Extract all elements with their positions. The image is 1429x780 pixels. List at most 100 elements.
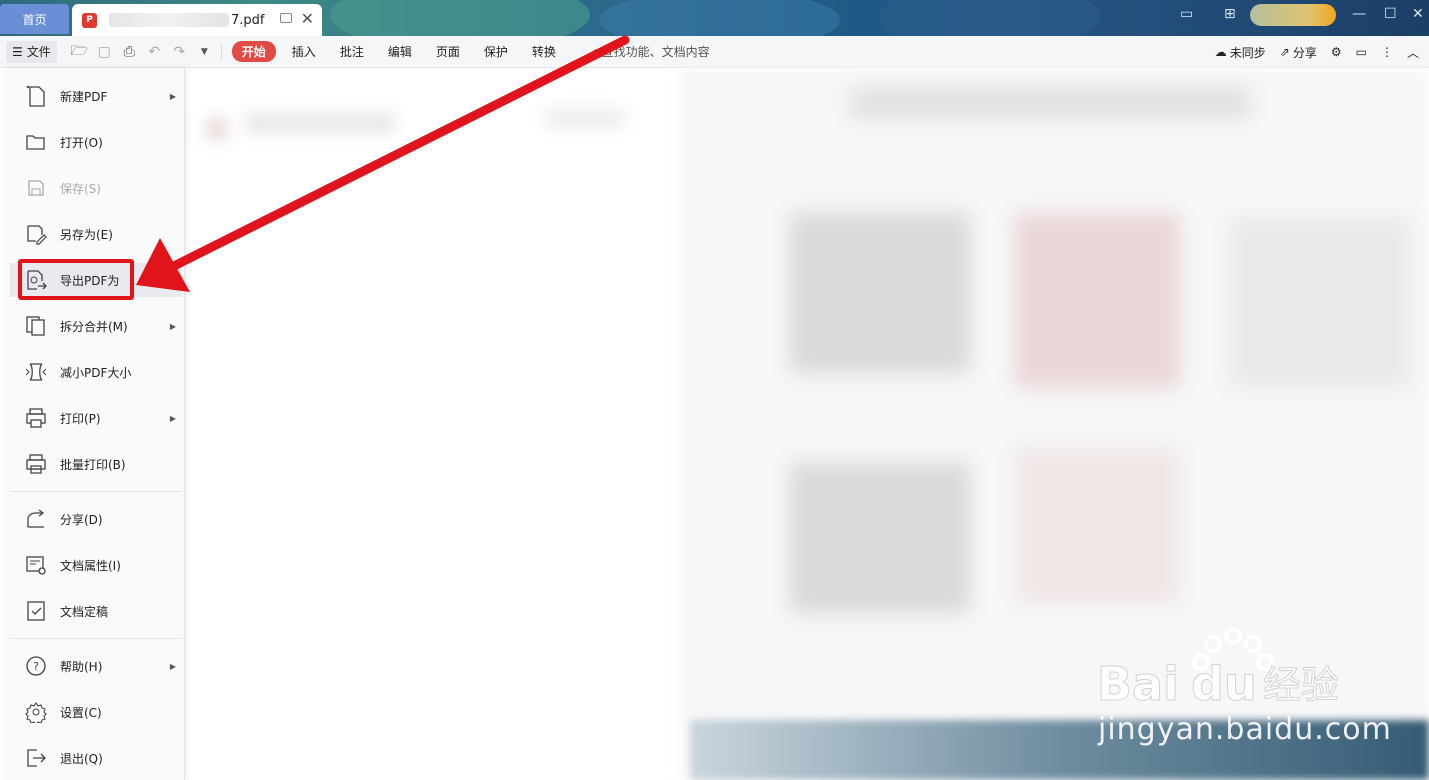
sync-status-button[interactable]: ☁ 未同步 — [1215, 44, 1266, 61]
menu-item-label: 另存为(E) — [60, 227, 113, 242]
menu-item-label: 新建PDF — [60, 89, 108, 104]
save-as-icon — [24, 222, 48, 246]
folder-open-icon — [24, 130, 48, 154]
menu-item-exit[interactable]: 退出(Q) — [10, 741, 182, 775]
tab-convert[interactable]: 转换 — [520, 43, 568, 60]
apps-grid-icon[interactable]: ⊞ — [1224, 6, 1236, 22]
menu-item-label: 减小PDF大小 — [60, 365, 132, 380]
maximize-icon[interactable]: ☐ — [1384, 6, 1397, 22]
menu-item-save[interactable]: 保存(S) — [10, 171, 182, 205]
toolbar-divider — [220, 43, 222, 60]
menu-divider — [10, 491, 182, 492]
svg-text:Bai: Bai — [1097, 657, 1179, 711]
share-button[interactable]: ⇗ 分享 — [1280, 44, 1317, 61]
submenu-arrow-icon: ▶ — [169, 661, 176, 671]
svg-text:?: ? — [33, 660, 39, 673]
menu-divider — [10, 638, 182, 639]
sync-status-label: 未同步 — [1229, 45, 1266, 60]
redo-icon[interactable]: ↷ — [167, 44, 192, 60]
title-bar: 首页 P 7.pdf ✕ ▭ ⊞ — ☐ ✕ — [0, 0, 1429, 36]
minimize-icon[interactable]: — — [1352, 6, 1366, 22]
share-icon — [24, 507, 48, 531]
doc-properties-icon — [24, 553, 48, 577]
layout-icon[interactable]: ▭ — [1180, 6, 1193, 22]
submenu-arrow-icon: ▶ — [169, 413, 176, 423]
tab-insert[interactable]: 插入 — [280, 43, 328, 60]
menu-item-compress[interactable]: 减小PDF大小 — [10, 355, 182, 389]
menu-item-print[interactable]: 打印(P) ▶ — [10, 401, 182, 435]
menu-item-share[interactable]: 分享(D) — [10, 502, 182, 536]
menu-item-label: 保存(S) — [60, 181, 101, 196]
menu-item-settings[interactable]: 设置(C) — [10, 695, 182, 729]
tab-annotate[interactable]: 批注 — [328, 43, 376, 60]
menu-item-save-as[interactable]: 另存为(E) — [10, 217, 182, 251]
open-folder-icon[interactable]: 🗁 — [67, 40, 92, 64]
print-icon[interactable]: ⎙ — [117, 44, 142, 60]
document-area — [185, 68, 685, 780]
file-menu: 新建PDF ▶ 打开(O) 保存(S) 另存为(E) 导出PDF为 拆分合并(M… — [4, 68, 185, 780]
search-input[interactable]: ⌕ 查找功能、文档内容 — [592, 43, 710, 60]
gear-icon[interactable]: ⚙ — [1331, 45, 1342, 59]
home-tab[interactable]: 首页 — [0, 4, 69, 34]
more-icon[interactable]: ⋮ — [1381, 45, 1393, 59]
menu-item-label: 设置(C) — [60, 705, 102, 720]
split-merge-icon — [24, 314, 48, 338]
menu-item-open[interactable]: 打开(O) — [10, 125, 182, 159]
menu-item-label: 拆分合并(M) — [60, 319, 128, 334]
menu-item-split-merge[interactable]: 拆分合并(M) ▶ — [10, 309, 182, 343]
exit-icon — [24, 746, 48, 770]
tab-protect[interactable]: 保护 — [472, 43, 520, 60]
menu-item-label: 退出(Q) — [60, 751, 103, 766]
document-tab[interactable]: P 7.pdf ✕ — [72, 4, 322, 36]
save-icon — [24, 176, 48, 200]
pin-icon[interactable] — [280, 13, 292, 23]
menu-item-finalize[interactable]: 文档定稿 — [10, 594, 182, 628]
menu-item-label: 批量打印(B) — [60, 457, 126, 472]
save-icon[interactable]: ▢ — [92, 44, 117, 60]
new-file-icon — [24, 84, 48, 108]
menu-item-batch-print[interactable]: 批量打印(B) — [10, 447, 182, 481]
hamburger-icon: ☰ — [12, 44, 23, 59]
document-tab-name: 7.pdf — [231, 12, 265, 28]
file-menu-button[interactable]: ☰ 文件 — [6, 40, 57, 63]
share-icon: ⇗ — [1279, 45, 1290, 59]
svg-text:经验: 经验 — [1263, 663, 1339, 707]
comment-icon[interactable]: ▭ — [1356, 45, 1367, 59]
tab-page[interactable]: 页面 — [424, 43, 472, 60]
print-icon — [24, 406, 48, 430]
submenu-arrow-icon: ▶ — [169, 91, 176, 101]
undo-icon[interactable]: ↶ — [142, 44, 167, 60]
batch-print-icon — [24, 452, 48, 476]
settings-icon — [24, 700, 48, 724]
cloud-icon: ☁ — [1214, 45, 1227, 59]
menu-item-label: 打开(O) — [60, 135, 103, 150]
menu-item-label: 文档定稿 — [60, 604, 109, 619]
finalize-icon — [24, 599, 48, 623]
highlight-box — [18, 259, 134, 300]
close-window-icon[interactable]: ✕ — [1412, 6, 1424, 22]
watermark-url: jingyan.baidu.com — [1098, 712, 1392, 747]
menu-item-doc-properties[interactable]: 文档属性(I) — [10, 548, 182, 582]
help-icon: ? — [24, 654, 48, 678]
menu-item-label: 文档属性(I) — [60, 558, 121, 573]
search-placeholder: 查找功能、文档内容 — [601, 45, 710, 59]
blurred-filename — [109, 13, 229, 27]
avatar[interactable] — [1250, 4, 1336, 26]
chevron-down-icon[interactable]: ▼ — [192, 47, 217, 57]
tab-edit[interactable]: 编辑 — [376, 43, 424, 60]
collapse-icon[interactable]: ︿ — [1407, 44, 1419, 61]
submenu-arrow-icon: ▶ — [169, 321, 176, 331]
toolbar: ☰ 文件 🗁 ▢ ⎙ ↶ ↷ ▼ 开始 插入 批注 编辑 页面 保护 转换 ⌕ … — [0, 36, 1429, 68]
menu-item-help[interactable]: ? 帮助(H) ▶ — [10, 649, 182, 683]
compress-icon — [24, 360, 48, 384]
menu-item-label: 分享(D) — [60, 512, 103, 527]
share-label: 分享 — [1292, 45, 1317, 60]
menu-item-label: 打印(P) — [60, 411, 101, 426]
close-tab-icon[interactable]: ✕ — [301, 9, 314, 28]
menu-item-new-pdf[interactable]: 新建PDF ▶ — [10, 79, 182, 113]
svg-text:du: du — [1191, 657, 1257, 711]
tab-start[interactable]: 开始 — [231, 41, 276, 62]
search-icon: ⌕ — [591, 44, 599, 58]
pdf-file-icon: P — [82, 12, 97, 28]
menu-item-label: 帮助(H) — [60, 659, 103, 674]
